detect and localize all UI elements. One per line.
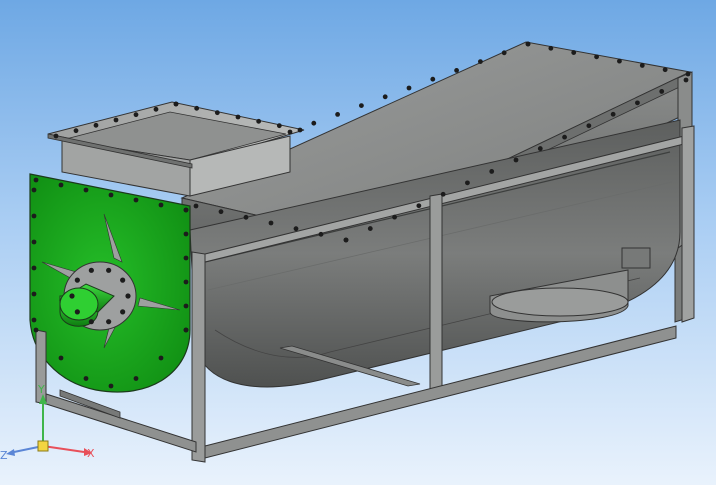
bolt	[106, 267, 112, 273]
bolt	[430, 76, 436, 82]
bolt	[88, 267, 94, 273]
bolt	[93, 122, 99, 128]
bolt	[639, 63, 645, 68]
bolt	[367, 226, 373, 231]
x-axis-label: X	[87, 447, 95, 460]
bolt	[183, 279, 189, 285]
bolt	[193, 203, 199, 209]
bolt	[635, 100, 640, 106]
bolt	[173, 101, 179, 107]
bolt	[120, 277, 126, 283]
bolt	[33, 327, 39, 333]
bolt	[183, 207, 189, 213]
bolt	[183, 231, 189, 237]
bolt	[73, 128, 79, 134]
bolt	[610, 111, 616, 117]
bolt	[359, 103, 364, 108]
bolt	[218, 209, 224, 215]
bolt	[501, 50, 507, 56]
bolt	[53, 133, 59, 139]
bolt	[133, 376, 139, 381]
bolt	[548, 45, 554, 51]
bolt	[153, 106, 159, 112]
bolt	[287, 129, 293, 135]
end-cap-plate[interactable]	[29, 173, 191, 393]
bolt	[31, 317, 37, 323]
bolt	[489, 169, 495, 174]
bolt	[406, 85, 412, 91]
bolt	[662, 67, 668, 73]
bolt	[183, 327, 189, 333]
bolt	[276, 123, 282, 129]
origin-marker	[37, 440, 49, 452]
z-axis-label: Z	[0, 449, 8, 462]
model-scene[interactable]	[0, 0, 716, 485]
bolt	[158, 202, 164, 208]
bolt	[31, 239, 37, 245]
bolt	[133, 112, 139, 118]
bolt	[513, 157, 519, 163]
bolt	[58, 355, 64, 361]
bolt	[194, 105, 200, 111]
x-axis-line	[42, 445, 85, 453]
bolt	[31, 291, 37, 297]
bolt	[133, 197, 139, 203]
bolt	[214, 110, 220, 116]
bolt	[31, 213, 37, 219]
bolt	[108, 383, 114, 389]
bolt	[183, 255, 189, 261]
bolt	[256, 118, 262, 124]
bolt	[183, 303, 189, 309]
bolt	[571, 50, 577, 55]
bolt	[83, 376, 89, 381]
bolt	[33, 177, 39, 183]
bolt	[454, 68, 459, 73]
bolt	[108, 192, 114, 198]
bolt	[659, 89, 665, 94]
bolt	[392, 214, 397, 220]
bolt	[617, 58, 622, 64]
bolt	[88, 319, 94, 325]
bolt	[683, 77, 689, 83]
bolt	[586, 123, 592, 129]
bolt	[525, 41, 531, 47]
y-axis-label: Y	[38, 383, 45, 396]
bolt	[58, 182, 64, 188]
bolt	[74, 309, 80, 315]
bolt	[113, 117, 119, 123]
bolt	[537, 146, 543, 151]
bolt	[243, 214, 249, 220]
bolt	[31, 265, 37, 271]
bolt	[83, 187, 89, 193]
bolt	[268, 220, 274, 226]
bolt	[335, 112, 340, 117]
bolt	[318, 231, 324, 237]
bolt	[120, 309, 126, 315]
bolt	[440, 191, 446, 197]
bolt	[562, 134, 567, 140]
bolt	[594, 54, 599, 60]
bolt	[478, 59, 483, 64]
bolt	[293, 226, 299, 232]
bolt	[158, 355, 164, 361]
bolt	[311, 120, 317, 126]
bolt	[297, 127, 303, 133]
bolt	[343, 237, 349, 243]
bolt	[125, 293, 131, 299]
bolt	[382, 94, 388, 100]
bolt	[235, 114, 241, 120]
3d-viewport[interactable]: X Y Z	[0, 0, 716, 485]
bolt	[685, 71, 691, 77]
bolt	[69, 293, 75, 299]
bolt	[106, 319, 112, 325]
bolt	[465, 180, 470, 186]
bolt	[416, 203, 422, 209]
bolt	[74, 277, 80, 283]
bolt	[31, 187, 37, 193]
